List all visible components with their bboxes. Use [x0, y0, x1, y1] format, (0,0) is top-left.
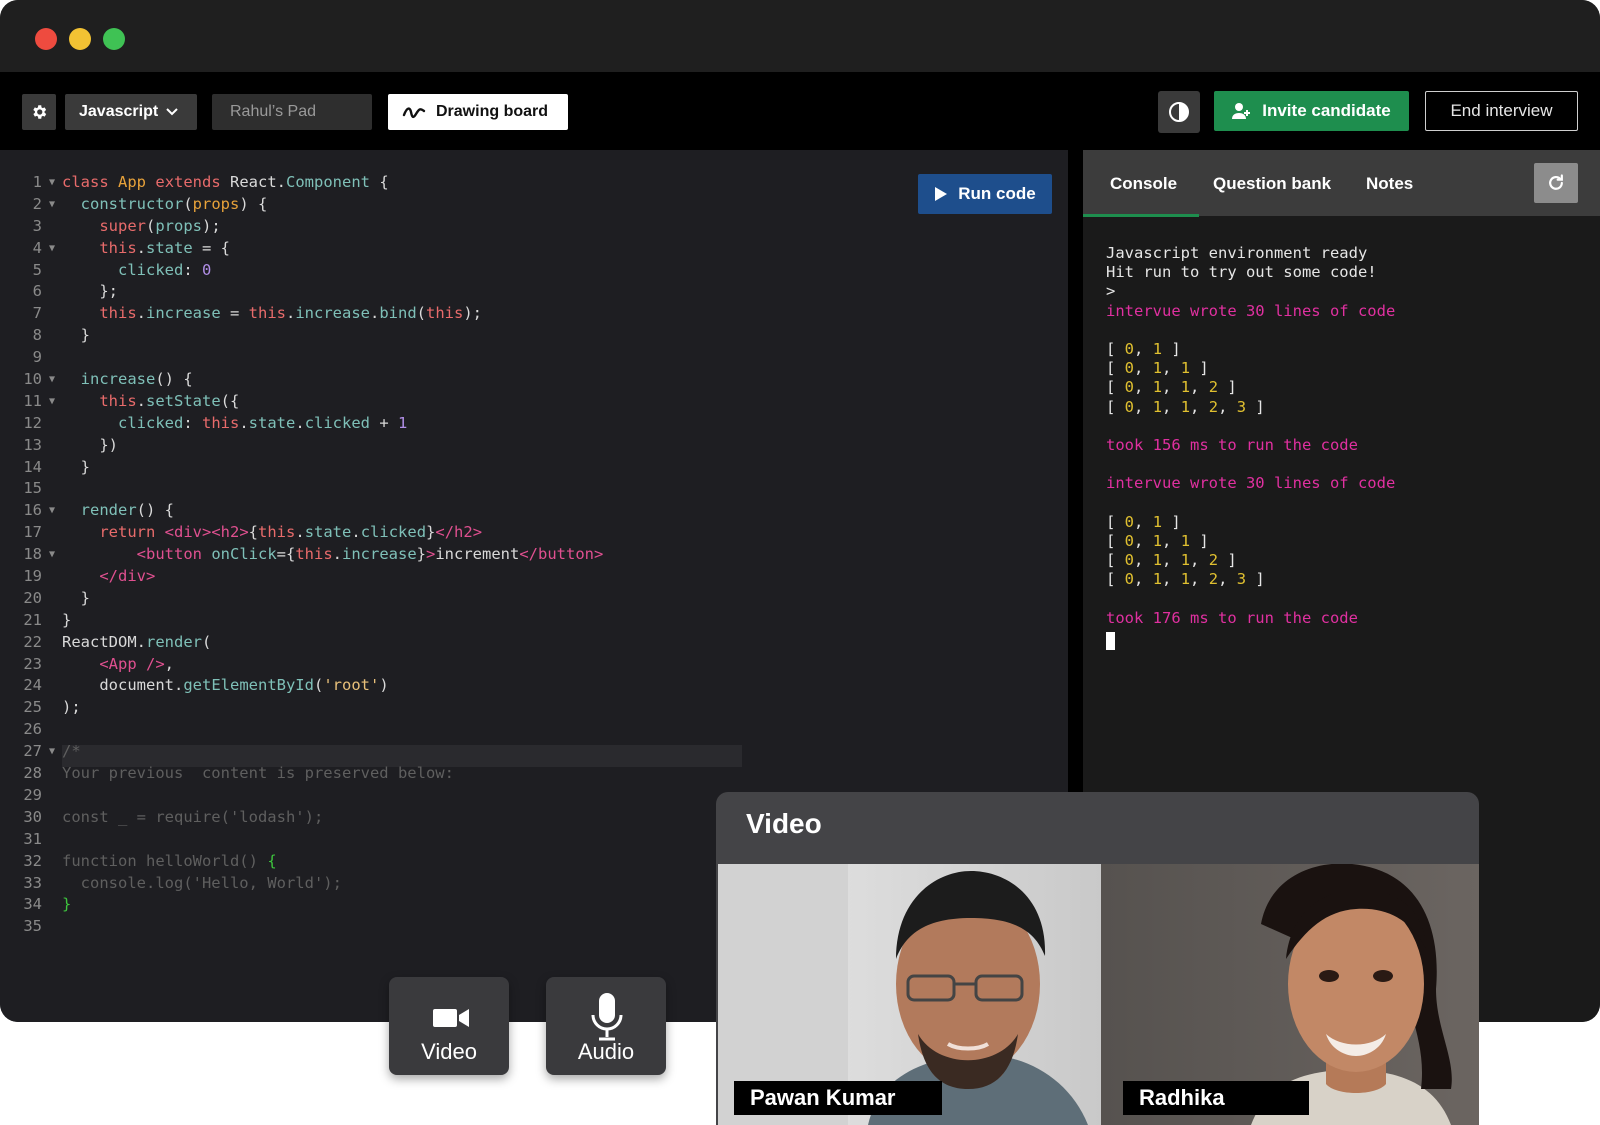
close-window-icon[interactable] — [35, 28, 57, 50]
maximize-window-icon[interactable] — [103, 28, 125, 50]
tab-notes[interactable]: Notes — [1366, 168, 1413, 200]
array-output-group: [ 0, 1 ][ 0, 1, 1 ][ 0, 1, 1, 2 ][ 0, 1,… — [1106, 513, 1395, 590]
array-value: 0 — [1124, 359, 1135, 378]
add-user-icon — [1232, 103, 1251, 119]
array-value: 2 — [1208, 551, 1219, 569]
invite-candidate-label: Invite candidate — [1262, 101, 1391, 120]
video-toggle-button[interactable]: Video — [389, 977, 509, 1075]
array-value: 1 — [1180, 397, 1191, 416]
video-camera-icon — [433, 1009, 469, 1027]
console-line: Javascript environment ready — [1106, 244, 1368, 262]
participant-name-pawan: Pawan Kumar — [734, 1081, 942, 1115]
end-interview-label: End interview — [1450, 101, 1553, 120]
console-line: Hit run to try out some code! — [1106, 263, 1377, 282]
array-output-line: [ 0, 1, 1 ] — [1106, 359, 1209, 378]
participant-tile: Pawan Kumar — [718, 864, 1101, 1125]
array-value: 1 — [1180, 570, 1191, 589]
microphone-icon — [591, 993, 623, 1041]
array-value: 1 — [1152, 570, 1163, 589]
active-tab-indicator — [1083, 214, 1199, 217]
pad-name-field[interactable]: Rahul’s Pad — [212, 94, 372, 130]
refresh-button[interactable] — [1534, 163, 1578, 203]
array-value: 2 — [1208, 570, 1219, 589]
array-value: 2 — [1208, 378, 1219, 397]
array-output-line: [ 0, 1, 1, 2 ] — [1106, 551, 1237, 569]
array-output-group: [ 0, 1 ][ 0, 1, 1 ][ 0, 1, 1, 2 ][ 0, 1,… — [1106, 340, 1395, 417]
array-output-line: [ 0, 1 ] — [1106, 339, 1181, 358]
console-line: intervue wrote 30 lines of code — [1106, 301, 1396, 320]
tab-question-bank[interactable]: Question bank — [1213, 168, 1331, 200]
array-output-line: [ 0, 1, 1, 2, 3 ] — [1106, 570, 1265, 589]
gear-icon — [33, 105, 47, 119]
array-value: 0 — [1124, 397, 1135, 416]
video-panel: Video Pawan Kumar Radhika — [716, 792, 1479, 1125]
participant-name-radhika: Radhika — [1123, 1081, 1309, 1115]
array-value: 1 — [1152, 551, 1163, 569]
language-label: Javascript — [79, 103, 159, 120]
array-value: 1 — [1180, 551, 1191, 569]
array-value: 1 — [1180, 531, 1191, 550]
array-value: 1 — [1152, 359, 1163, 378]
language-select[interactable]: Javascript — [65, 94, 197, 130]
array-output-line: [ 0, 1, 1, 2, 3 ] — [1106, 397, 1265, 416]
array-value: 3 — [1236, 570, 1247, 589]
array-value: 0 — [1124, 551, 1135, 569]
array-value: 1 — [1152, 339, 1163, 358]
array-value: 1 — [1180, 359, 1191, 378]
array-output-line: [ 0, 1, 1 ] — [1106, 531, 1209, 550]
chevron-down-icon — [166, 108, 178, 116]
video-panel-title: Video — [746, 808, 822, 839]
audio-toggle-label: Audio — [577, 1039, 635, 1064]
end-interview-button[interactable]: End interview — [1425, 91, 1578, 131]
refresh-icon — [1549, 174, 1563, 190]
invite-candidate-button[interactable]: Invite candidate — [1214, 91, 1409, 131]
pad-name-text: Rahul’s Pad — [230, 103, 316, 120]
array-value: 2 — [1208, 397, 1219, 416]
drawing-board-button[interactable]: Drawing board — [388, 94, 568, 130]
console-line: took 156 ms to run the code — [1106, 435, 1358, 454]
console-output: Javascript environment ready Hit run to … — [1106, 244, 1395, 654]
theme-toggle-button[interactable] — [1158, 91, 1200, 133]
run-code-label: Run code — [958, 184, 1036, 203]
run-code-button[interactable]: Run code — [918, 174, 1052, 214]
drawing-board-label: Drawing board — [436, 103, 549, 120]
console-line: intervue wrote 30 lines of code — [1106, 474, 1396, 493]
console-line: took 176 ms to run the code — [1106, 608, 1358, 627]
array-value: 0 — [1124, 570, 1135, 589]
array-value: 0 — [1124, 378, 1135, 397]
video-toggle-label: Video — [421, 1039, 477, 1064]
array-output-line: [ 0, 1, 1, 2 ] — [1106, 378, 1237, 397]
array-value: 3 — [1236, 397, 1247, 416]
array-value: 0 — [1124, 512, 1135, 531]
console-cursor[interactable] — [1106, 632, 1115, 651]
array-value: 0 — [1124, 531, 1135, 550]
contrast-icon — [1169, 102, 1189, 122]
squiggle-icon — [402, 107, 426, 119]
settings-button[interactable] — [22, 94, 56, 130]
array-value: 1 — [1152, 531, 1163, 550]
audio-toggle-button[interactable]: Audio — [546, 977, 666, 1075]
code-lines[interactable]: 1 ▼ class App extends React.Component { 2 ▼… — [0, 172, 603, 938]
array-output-line: [ 0, 1 ] — [1106, 512, 1181, 531]
array-value: 1 — [1180, 378, 1191, 397]
play-icon — [935, 187, 948, 201]
title-bar — [0, 0, 1600, 72]
minimize-window-icon[interactable] — [69, 28, 91, 50]
array-value: 1 — [1152, 378, 1163, 397]
tab-console[interactable]: Console — [1110, 168, 1177, 200]
array-value: 1 — [1152, 397, 1163, 416]
array-value: 0 — [1124, 339, 1135, 358]
participant-tile: Radhika — [1101, 864, 1479, 1125]
array-value: 1 — [1152, 512, 1163, 531]
console-line: > — [1106, 282, 1116, 301]
